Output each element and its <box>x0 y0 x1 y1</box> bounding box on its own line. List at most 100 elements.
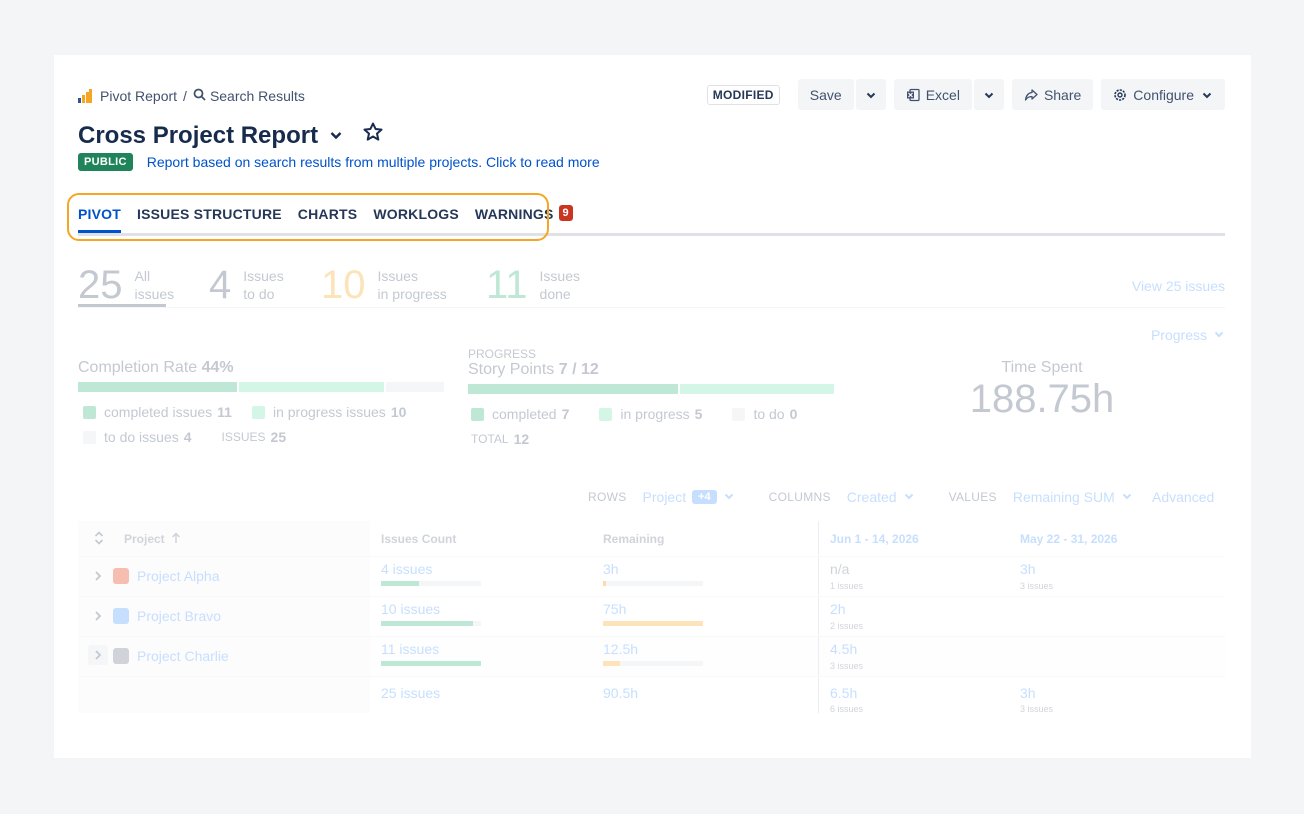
completion-rate-title: Completion Rate 44% <box>78 359 444 377</box>
sp-legend-todo-label: to do <box>753 406 785 422</box>
stat-all-issues[interactable]: 25 All issues <box>78 265 174 305</box>
date1-value: n/a <box>830 561 850 577</box>
breadcrumb: Pivot Report / Search Results <box>78 87 305 105</box>
date1-value[interactable]: 4.5h <box>830 641 857 657</box>
stat-all-label: All issues <box>135 267 175 303</box>
issues-count-bar-fill <box>381 621 473 626</box>
story-points-block: PROGRESS Story Points 7 / 12 completed 7 … <box>468 347 836 447</box>
rows-caption: ROWS <box>588 490 627 504</box>
expand-row-button[interactable] <box>88 645 108 665</box>
total-date2-value[interactable]: 3h <box>1020 685 1036 701</box>
save-button[interactable]: Save <box>797 79 854 110</box>
sp-total-label: TOTAL <box>471 432 509 446</box>
warnings-count-badge: 9 <box>558 205 573 221</box>
total-remaining-link[interactable]: 90.5h <box>603 685 638 701</box>
columns-caption: COLUMNS <box>768 490 831 504</box>
time-spent-value: 188.75h <box>969 377 1115 421</box>
stat-done[interactable]: 11 Issues done <box>486 265 580 305</box>
stat-in-progress[interactable]: 10 Issues in progress <box>321 265 447 305</box>
columns-value: Created <box>846 489 897 505</box>
progress-dropdown[interactable]: Progress <box>1151 327 1225 343</box>
legend-completed-value: 11 <box>217 404 232 420</box>
issues-count-link[interactable]: 11 issues <box>381 641 439 657</box>
remaining-bar <box>603 581 703 586</box>
sort-toggle-icon[interactable] <box>94 531 104 548</box>
story-points-title: Story Points 7 / 12 <box>468 361 836 379</box>
table-row[interactable]: Project Alpha 4 issues 3h n/a 1 issues 3… <box>78 557 1225 597</box>
stat-todo[interactable]: 4 Issues to do <box>209 265 284 305</box>
chevron-right-icon[interactable] <box>92 569 104 586</box>
excel-options-button[interactable] <box>973 79 1004 110</box>
stat-done-line2: done <box>539 286 571 302</box>
columns-selector[interactable]: Created <box>847 489 915 505</box>
star-icon[interactable] <box>362 121 384 150</box>
completion-rate-bar <box>78 382 444 392</box>
report-description-link[interactable]: Report based on search results from mult… <box>147 154 600 170</box>
project-name-link[interactable]: Project Bravo <box>137 608 221 624</box>
sp-bar-in-progress <box>680 384 834 394</box>
stat-todo-line1: Issues <box>243 268 284 284</box>
excel-button[interactable]: Excel <box>893 79 972 110</box>
advanced-link[interactable]: Advanced <box>1152 489 1214 505</box>
legend-total-label: ISSUES <box>221 430 266 444</box>
share-label: Share <box>1043 86 1082 103</box>
total-issues-link[interactable]: 25 issues <box>381 685 440 701</box>
total-date2-subnote: 3 issues <box>1020 704 1054 714</box>
totals-row: 25 issues 90.5h 6.5h 6 issues 3h 3 issue… <box>78 677 1225 714</box>
breadcrumb-root[interactable]: Pivot Report <box>100 88 177 104</box>
legend-completed-label: completed issues <box>104 404 213 420</box>
excel-icon <box>906 88 920 102</box>
remaining-link[interactable]: 75h <box>603 601 626 617</box>
configure-button[interactable]: Configure <box>1101 79 1225 110</box>
gear-icon <box>1113 88 1127 102</box>
view-issues-link[interactable]: View 25 issues <box>1132 278 1225 294</box>
remaining-header[interactable]: Remaining <box>603 532 664 546</box>
issues-count-bar-fill <box>381 661 481 666</box>
project-column-header[interactable]: Project <box>124 532 181 547</box>
date1-value[interactable]: 2h <box>830 601 846 617</box>
sp-legend-todo-swatch <box>732 407 746 421</box>
rows-selector[interactable]: Project +4 <box>643 489 735 505</box>
date-column-header-1[interactable]: Jun 1 - 14, 2026 <box>830 532 919 546</box>
total-date1-value[interactable]: 6.5h <box>830 685 857 701</box>
remaining-bar-fill <box>603 661 620 666</box>
arrow-up-icon <box>171 532 181 547</box>
stat-all-line1: All <box>134 268 151 284</box>
report-title-text[interactable]: Cross Project Report <box>78 122 318 150</box>
sp-legend-in-progress-value: 5 <box>694 406 703 422</box>
chevron-down-icon <box>865 89 877 101</box>
issues-count-link[interactable]: 4 issues <box>381 561 432 577</box>
bar-todo <box>386 382 444 392</box>
table-row[interactable]: Project Charlie 11 issues 12.5h 4.5h 3 i… <box>78 637 1225 677</box>
date1-subnote: 2 issues <box>830 621 864 631</box>
project-name-link[interactable]: Project Charlie <box>137 648 229 664</box>
issues-count-header[interactable]: Issues Count <box>381 532 456 546</box>
issue-stats: 25 All issues 4 Issues to do 10 Issues in p… <box>78 261 1225 308</box>
remaining-link[interactable]: 12.5h <box>603 641 638 657</box>
bar-completed <box>78 382 237 392</box>
issues-count-link[interactable]: 10 issues <box>381 601 440 617</box>
date2-value[interactable]: 3h <box>1020 561 1036 577</box>
story-points-caption: PROGRESS <box>468 347 537 361</box>
project-name-link[interactable]: Project Alpha <box>137 568 220 584</box>
table-row[interactable]: Project Bravo 10 issues 75h 2h 2 issues <box>78 597 1225 637</box>
breadcrumb-current[interactable]: Search Results <box>210 88 305 104</box>
chevron-right-icon[interactable] <box>92 609 104 626</box>
completion-legend-row1: completed issues 11 in progress issues 10 <box>78 404 444 420</box>
story-points-legend-row2: TOTAL 12 <box>468 431 836 447</box>
stat-active-underline <box>78 304 166 307</box>
values-caption: VALUES <box>948 490 997 504</box>
date1-subnote: 3 issues <box>830 661 864 671</box>
legend-in-progress-swatch <box>251 405 265 419</box>
project-header-label: Project <box>124 532 165 546</box>
save-options-button[interactable] <box>855 79 886 110</box>
title-dropdown-chevron-icon[interactable] <box>328 122 344 150</box>
date-column-header-2[interactable]: May 22 - 31, 2026 <box>1020 532 1117 546</box>
issues-count-bar <box>381 621 481 626</box>
share-button[interactable]: Share <box>1011 79 1094 110</box>
total-date1-subnote: 6 issues <box>830 704 864 714</box>
values-selector[interactable]: Remaining SUM <box>1013 489 1133 505</box>
project-bravo-icon <box>113 608 129 624</box>
remaining-link[interactable]: 3h <box>603 561 619 577</box>
chevron-down-icon <box>1201 89 1213 101</box>
